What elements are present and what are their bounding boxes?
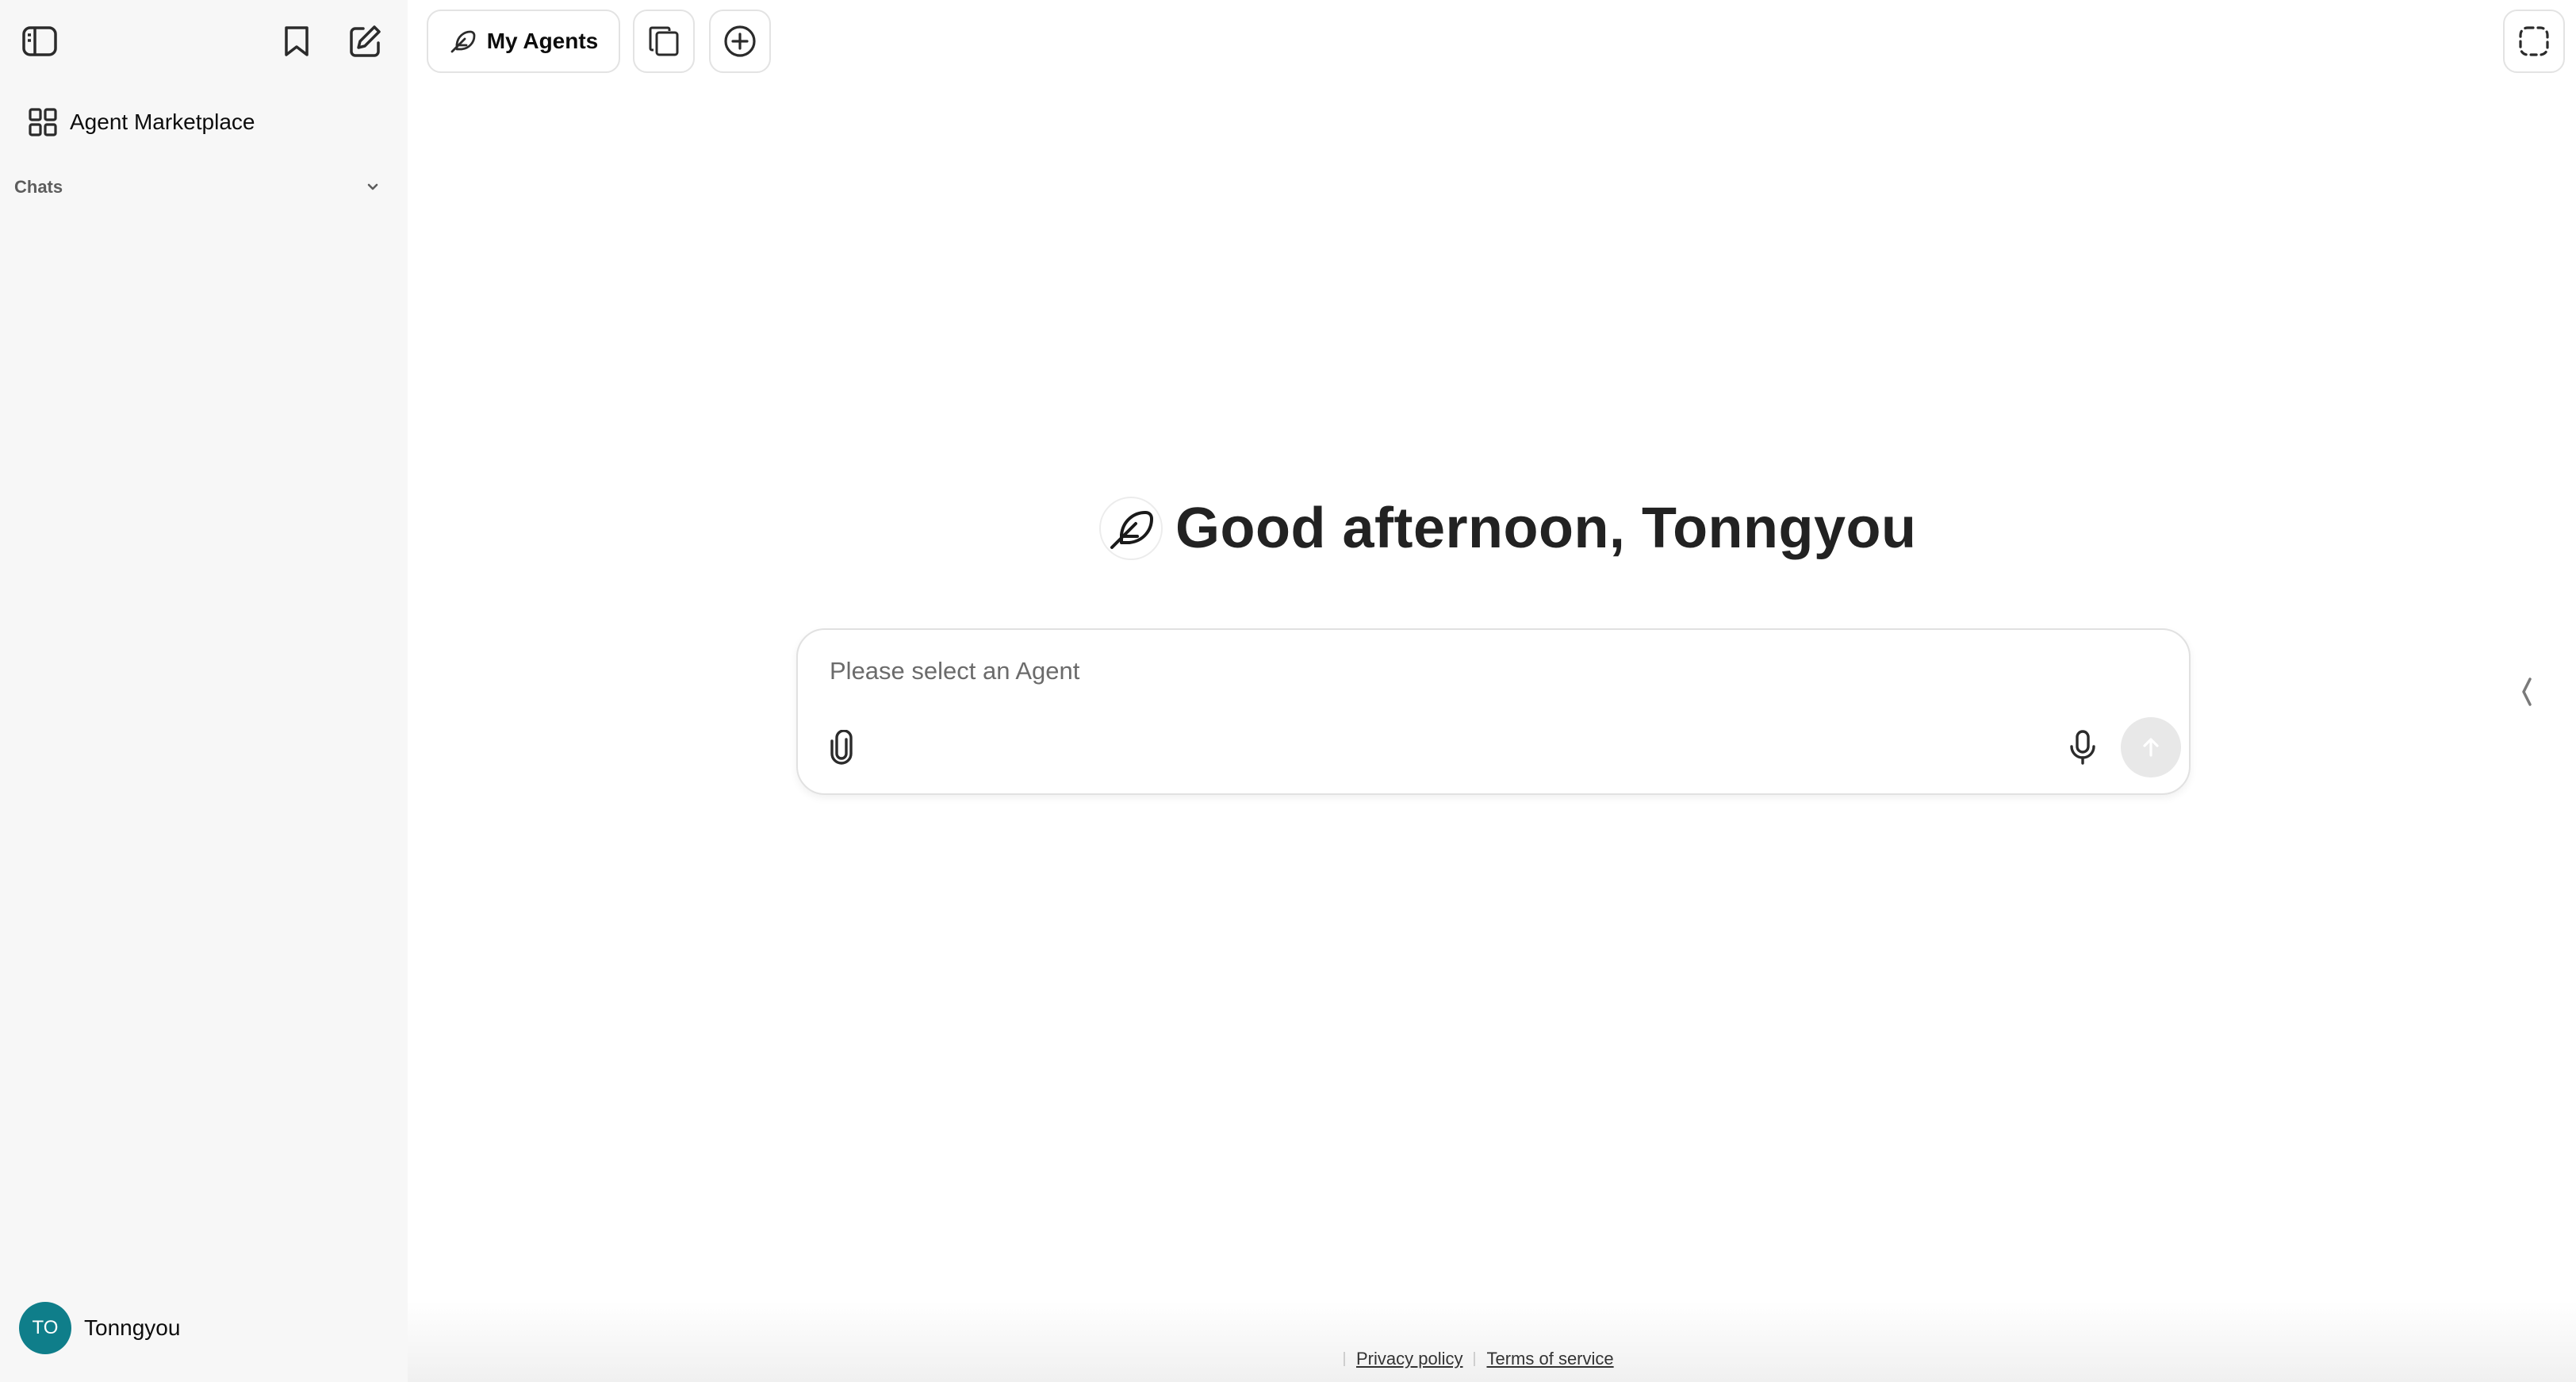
footer-fade — [408, 1301, 2576, 1382]
avatar: TO — [19, 1302, 71, 1354]
voice-input-button[interactable] — [2060, 725, 2105, 770]
add-button[interactable] — [709, 10, 771, 73]
sidebar-toggle-icon — [22, 26, 57, 56]
bookmark-icon — [285, 26, 309, 56]
chevron-left-icon — [2522, 678, 2532, 706]
footer: Privacy policy Terms of service — [1332, 1349, 1614, 1369]
footer-divider — [1344, 1352, 1345, 1366]
side-panel-handle[interactable] — [2517, 674, 2536, 709]
terms-of-service-link[interactable]: Terms of service — [1486, 1349, 1613, 1369]
plus-circle-icon — [724, 25, 756, 57]
composer-placeholder[interactable]: Please select an Agent — [830, 657, 1079, 685]
send-button[interactable] — [2121, 717, 2181, 777]
chevron-down-icon — [367, 183, 378, 190]
arrow-up-icon — [2143, 738, 2159, 757]
attach-button[interactable] — [822, 727, 863, 768]
privacy-policy-link[interactable]: Privacy policy — [1356, 1349, 1462, 1369]
dashed-frame-icon — [2519, 26, 2549, 56]
chats-section-toggle[interactable]: Chats — [14, 170, 381, 205]
microphone-icon — [2070, 730, 2095, 765]
agent-logo — [1099, 497, 1163, 560]
my-agents-label: My Agents — [486, 29, 599, 53]
edit-icon — [350, 25, 381, 57]
sidebar: Agent Marketplace Chats TO Tonngyou — [0, 0, 408, 1382]
paperclip-icon — [830, 730, 853, 765]
sidebar-header — [0, 0, 408, 83]
user-menu[interactable]: TO Tonngyou — [19, 1301, 180, 1355]
greeting-text: Good afternoon, Tonngyou — [1175, 497, 1917, 560]
footer-divider — [1474, 1352, 1476, 1366]
bookmarks-button[interactable] — [274, 19, 319, 63]
message-composer[interactable]: Please select an Agent — [796, 628, 2191, 795]
screenshot-button[interactable] — [2503, 10, 2565, 73]
copy-button[interactable] — [633, 10, 695, 73]
grid-icon — [14, 107, 71, 137]
feather-icon — [1110, 511, 1153, 549]
my-agents-button[interactable]: My Agents — [427, 10, 620, 73]
chats-section-label: Chats — [14, 177, 63, 197]
new-chat-button[interactable] — [341, 17, 389, 65]
feather-icon — [450, 30, 476, 53]
agent-marketplace-label: Agent Marketplace — [70, 109, 255, 134]
greeting-header: Good afternoon, Tonngyou — [1099, 495, 1917, 562]
copy-icon — [649, 26, 679, 56]
sidebar-toggle-button[interactable] — [16, 19, 63, 63]
agent-marketplace-link[interactable]: Agent Marketplace — [14, 98, 395, 146]
user-name: Tonngyou — [84, 1315, 181, 1340]
